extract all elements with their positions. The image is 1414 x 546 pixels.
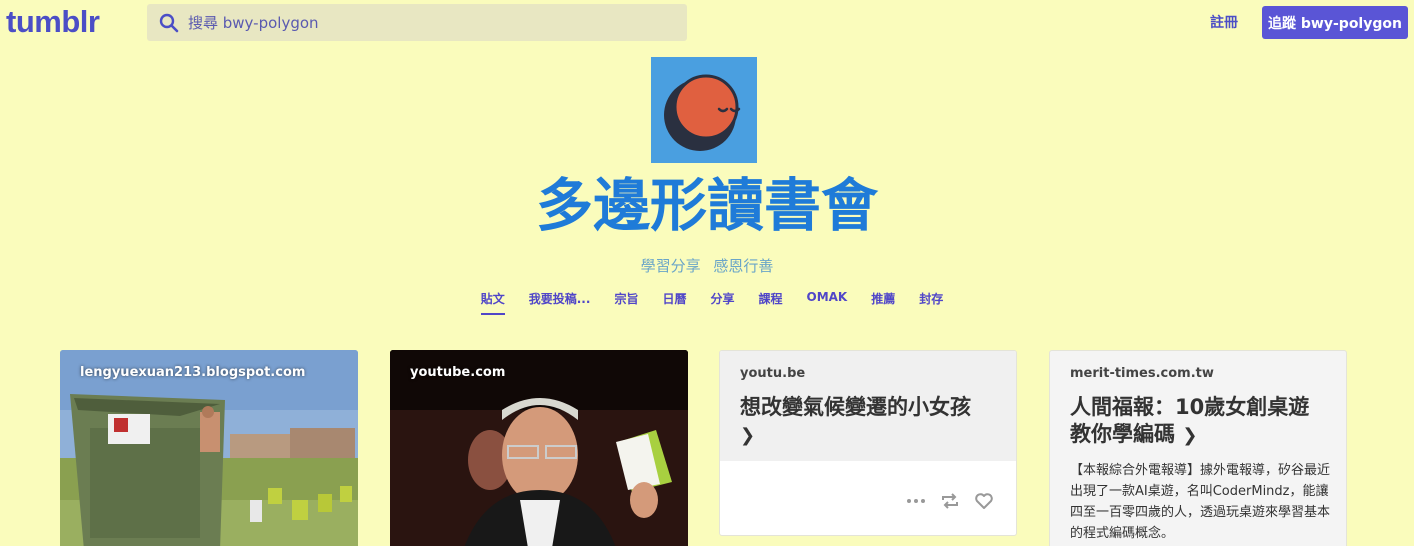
follow-button[interactable]: 追蹤 bwy-polygon (1262, 6, 1408, 39)
nav-recommend[interactable]: 推薦 (871, 290, 895, 315)
reblog-icon[interactable] (940, 491, 960, 511)
blog-description: 學習分享 感恩行善 (640, 257, 774, 275)
link-title-text: 想改變氣候變遷的小女孩 (740, 395, 971, 419)
search-input[interactable] (188, 13, 668, 32)
post-card[interactable]: youtube.com (390, 350, 688, 546)
more-icon[interactable] (906, 491, 926, 511)
link-title[interactable]: 想改變氣候變遷的小女孩 ❯ (740, 394, 1000, 449)
post-source[interactable]: youtube.com (410, 365, 505, 380)
post-source[interactable]: youtu.be (740, 366, 805, 381)
post-source[interactable]: lengyuexuan213.blogspot.com (80, 365, 305, 380)
sleeping-face-icon (664, 74, 741, 151)
post-actions (906, 491, 994, 511)
post-source[interactable]: merit-times.com.tw (1070, 366, 1214, 381)
post-excerpt: 【本報綜合外電報導】據外電報導，矽谷最近出現了一款AI桌遊，名叫CoderMin… (1070, 463, 1331, 541)
nav-submit[interactable]: 我要投稿... (529, 290, 591, 315)
heart-icon[interactable] (974, 491, 994, 511)
post-card[interactable]: lengyuexuan213.blogspot.com (60, 350, 358, 546)
nav-archive[interactable]: 封存 (919, 290, 943, 315)
register-link[interactable]: 註冊 (1210, 12, 1238, 32)
nav-share[interactable]: 分享 (710, 290, 734, 315)
chevron-right-icon: ❯ (740, 425, 756, 446)
blog-nav: 貼文 我要投稿... 宗旨 日曆 分享 課程 OMAK 推薦 封存 (0, 290, 1414, 315)
nav-calendar[interactable]: 日曆 (662, 290, 686, 315)
post-card[interactable]: merit-times.com.tw 人間福報：10歲女創桌遊教你學編碼 ❯ 【… (1049, 350, 1347, 546)
post-card[interactable]: youtu.be 想改變氣候變遷的小女孩 ❯ (719, 350, 1017, 536)
nav-posts[interactable]: 貼文 (480, 290, 505, 315)
nav-omak[interactable]: OMAK (807, 290, 848, 315)
search-icon (159, 13, 179, 32)
blog-avatar[interactable] (651, 57, 757, 163)
tumblr-logo[interactable]: tumblr (6, 2, 100, 42)
nav-purpose[interactable]: 宗旨 (614, 290, 638, 315)
chevron-right-icon: ❯ (1182, 425, 1198, 446)
link-title[interactable]: 人間福報：10歲女創桌遊教你學編碼 ❯ (1070, 394, 1330, 449)
nav-courses[interactable]: 課程 (758, 290, 782, 315)
blog-title: 多邊形讀書會 (536, 173, 878, 239)
search-bar[interactable] (147, 4, 687, 41)
